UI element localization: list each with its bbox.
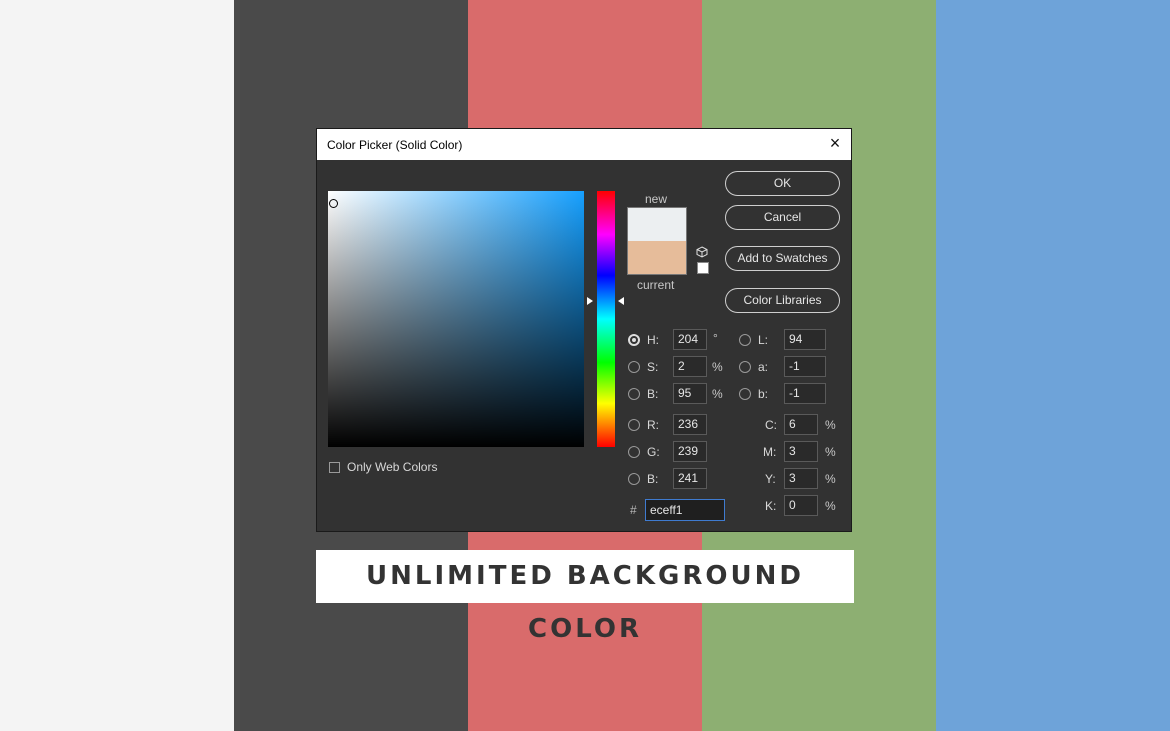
current-color-swatch[interactable] xyxy=(628,241,686,274)
hue-slider-right-handle[interactable] xyxy=(618,297,624,305)
hue-slider[interactable] xyxy=(597,191,615,447)
blue-input[interactable]: 241 xyxy=(673,468,707,489)
percent-unit: % xyxy=(712,360,723,374)
green-input[interactable]: 239 xyxy=(673,441,707,462)
blue-radio[interactable] xyxy=(628,473,640,485)
lightness-radio[interactable] xyxy=(739,334,751,346)
color-preview xyxy=(627,207,687,275)
only-web-colors-label[interactable]: Only Web Colors xyxy=(347,460,437,474)
brightness-input[interactable]: 95 xyxy=(673,383,707,404)
current-label: current xyxy=(637,278,675,292)
color-field-cursor[interactable] xyxy=(329,199,338,208)
new-label: new xyxy=(645,192,668,206)
percent-unit: % xyxy=(712,387,723,401)
magenta-label: M: xyxy=(763,445,777,459)
out-of-gamut-cube-icon[interactable] xyxy=(696,246,708,258)
yellow-input[interactable]: 3 xyxy=(784,468,818,489)
red-label: R: xyxy=(647,418,659,432)
close-icon[interactable]: × xyxy=(827,134,843,152)
brightness-radio[interactable] xyxy=(628,388,640,400)
black-input[interactable]: 0 xyxy=(784,495,818,516)
magenta-input[interactable]: 3 xyxy=(784,441,818,462)
color-libraries-button[interactable]: Color Libraries xyxy=(725,288,840,313)
hex-input[interactable]: eceff1 xyxy=(645,499,725,521)
new-color-swatch xyxy=(628,208,686,241)
b-channel-label: b: xyxy=(758,387,769,401)
cyan-input[interactable]: 6 xyxy=(784,414,818,435)
degree-unit: ° xyxy=(713,331,718,345)
percent-unit: % xyxy=(825,418,836,432)
a-channel-radio[interactable] xyxy=(739,361,751,373)
hue-slider-left-handle[interactable] xyxy=(587,297,593,305)
percent-unit: % xyxy=(825,445,836,459)
saturation-radio[interactable] xyxy=(628,361,640,373)
ok-button[interactable]: OK xyxy=(725,171,840,196)
a-channel-label: a: xyxy=(758,360,769,374)
lightness-input[interactable]: 94 xyxy=(784,329,826,350)
color-field[interactable] xyxy=(328,191,584,447)
add-to-swatches-button[interactable]: Add to Swatches xyxy=(725,246,840,271)
percent-unit: % xyxy=(825,472,836,486)
dialog-titlebar: Color Picker (Solid Color) × xyxy=(317,129,851,160)
b-channel-input[interactable]: -1 xyxy=(784,383,826,404)
saturation-input[interactable]: 2 xyxy=(673,356,707,377)
cancel-button[interactable]: Cancel xyxy=(725,205,840,230)
saturation-label: S: xyxy=(647,360,659,374)
b-channel-radio[interactable] xyxy=(739,388,751,400)
brightness-label: B: xyxy=(647,387,659,401)
dialog-title: Color Picker (Solid Color) xyxy=(327,138,463,152)
cyan-label: C: xyxy=(765,418,777,432)
hue-label: H: xyxy=(647,333,659,347)
yellow-label: Y: xyxy=(765,472,776,486)
hue-input[interactable]: 204 xyxy=(673,329,707,350)
color-picker-dialog: Color Picker (Solid Color) × new current… xyxy=(316,128,852,532)
only-web-colors-checkbox[interactable] xyxy=(329,462,340,473)
headline-banner: UNLIMITED BACKGROUND COLOR xyxy=(316,550,854,644)
hue-radio[interactable] xyxy=(628,334,640,346)
percent-unit: % xyxy=(825,499,836,513)
background-stripe-white xyxy=(0,0,234,731)
blue-label: B: xyxy=(647,472,659,486)
red-radio[interactable] xyxy=(628,419,640,431)
black-label: K: xyxy=(765,499,777,513)
red-input[interactable]: 236 xyxy=(673,414,707,435)
a-channel-input[interactable]: -1 xyxy=(784,356,826,377)
headline-text: UNLIMITED BACKGROUND COLOR xyxy=(366,561,804,644)
lightness-label: L: xyxy=(758,333,769,347)
hex-label: # xyxy=(630,503,637,517)
web-safe-swatch[interactable] xyxy=(697,262,709,274)
background-stripe-blue xyxy=(936,0,1170,731)
green-radio[interactable] xyxy=(628,446,640,458)
green-label: G: xyxy=(647,445,660,459)
